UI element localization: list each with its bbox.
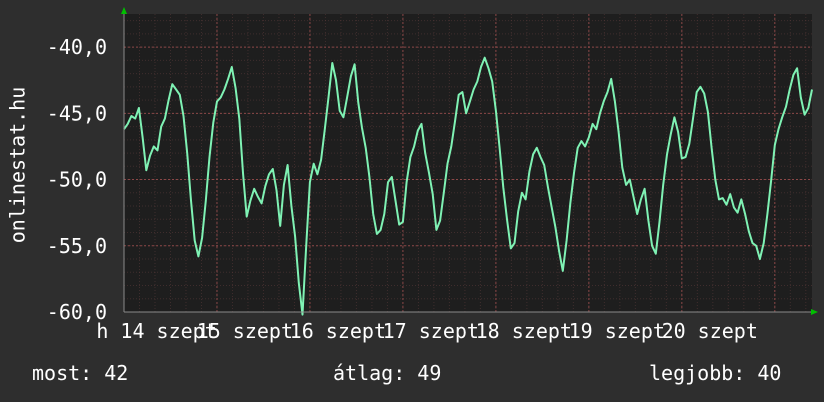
y-tick-label: -50,0 bbox=[47, 168, 107, 192]
x-tick-label: 15 szept bbox=[197, 319, 293, 343]
y-axis-arrow bbox=[121, 7, 127, 14]
y-tick-labels: -40,0-45,0-50,0-55,0-60,0 bbox=[47, 35, 107, 324]
x-tick-label: 16 szept bbox=[290, 319, 386, 343]
best-value-label: legjobb: 40 bbox=[649, 361, 782, 385]
y-tick-label: -45,0 bbox=[47, 101, 107, 125]
y-tick-label: -40,0 bbox=[47, 35, 107, 59]
x-tick-label: 18 szept bbox=[476, 319, 572, 343]
signal-chart: -40,0-45,0-50,0-55,0-60,0 h 14 szept15 s… bbox=[6, 7, 818, 343]
x-tick-label: 20 szept bbox=[662, 319, 758, 343]
x-axis-arrow bbox=[811, 309, 818, 315]
y-tick-label: -55,0 bbox=[47, 234, 107, 258]
plot-area bbox=[124, 14, 812, 312]
average-value-label: átlag: 49 bbox=[333, 361, 442, 385]
x-tick-label: 17 szept bbox=[383, 319, 479, 343]
x-tick-labels: h 14 szept15 szept16 szept17 szept18 sze… bbox=[96, 319, 758, 343]
x-tick-label: 19 szept bbox=[569, 319, 665, 343]
vertical-axis-label: onlinestat.hu bbox=[6, 87, 30, 244]
current-value-label: most: 42 bbox=[32, 361, 129, 385]
